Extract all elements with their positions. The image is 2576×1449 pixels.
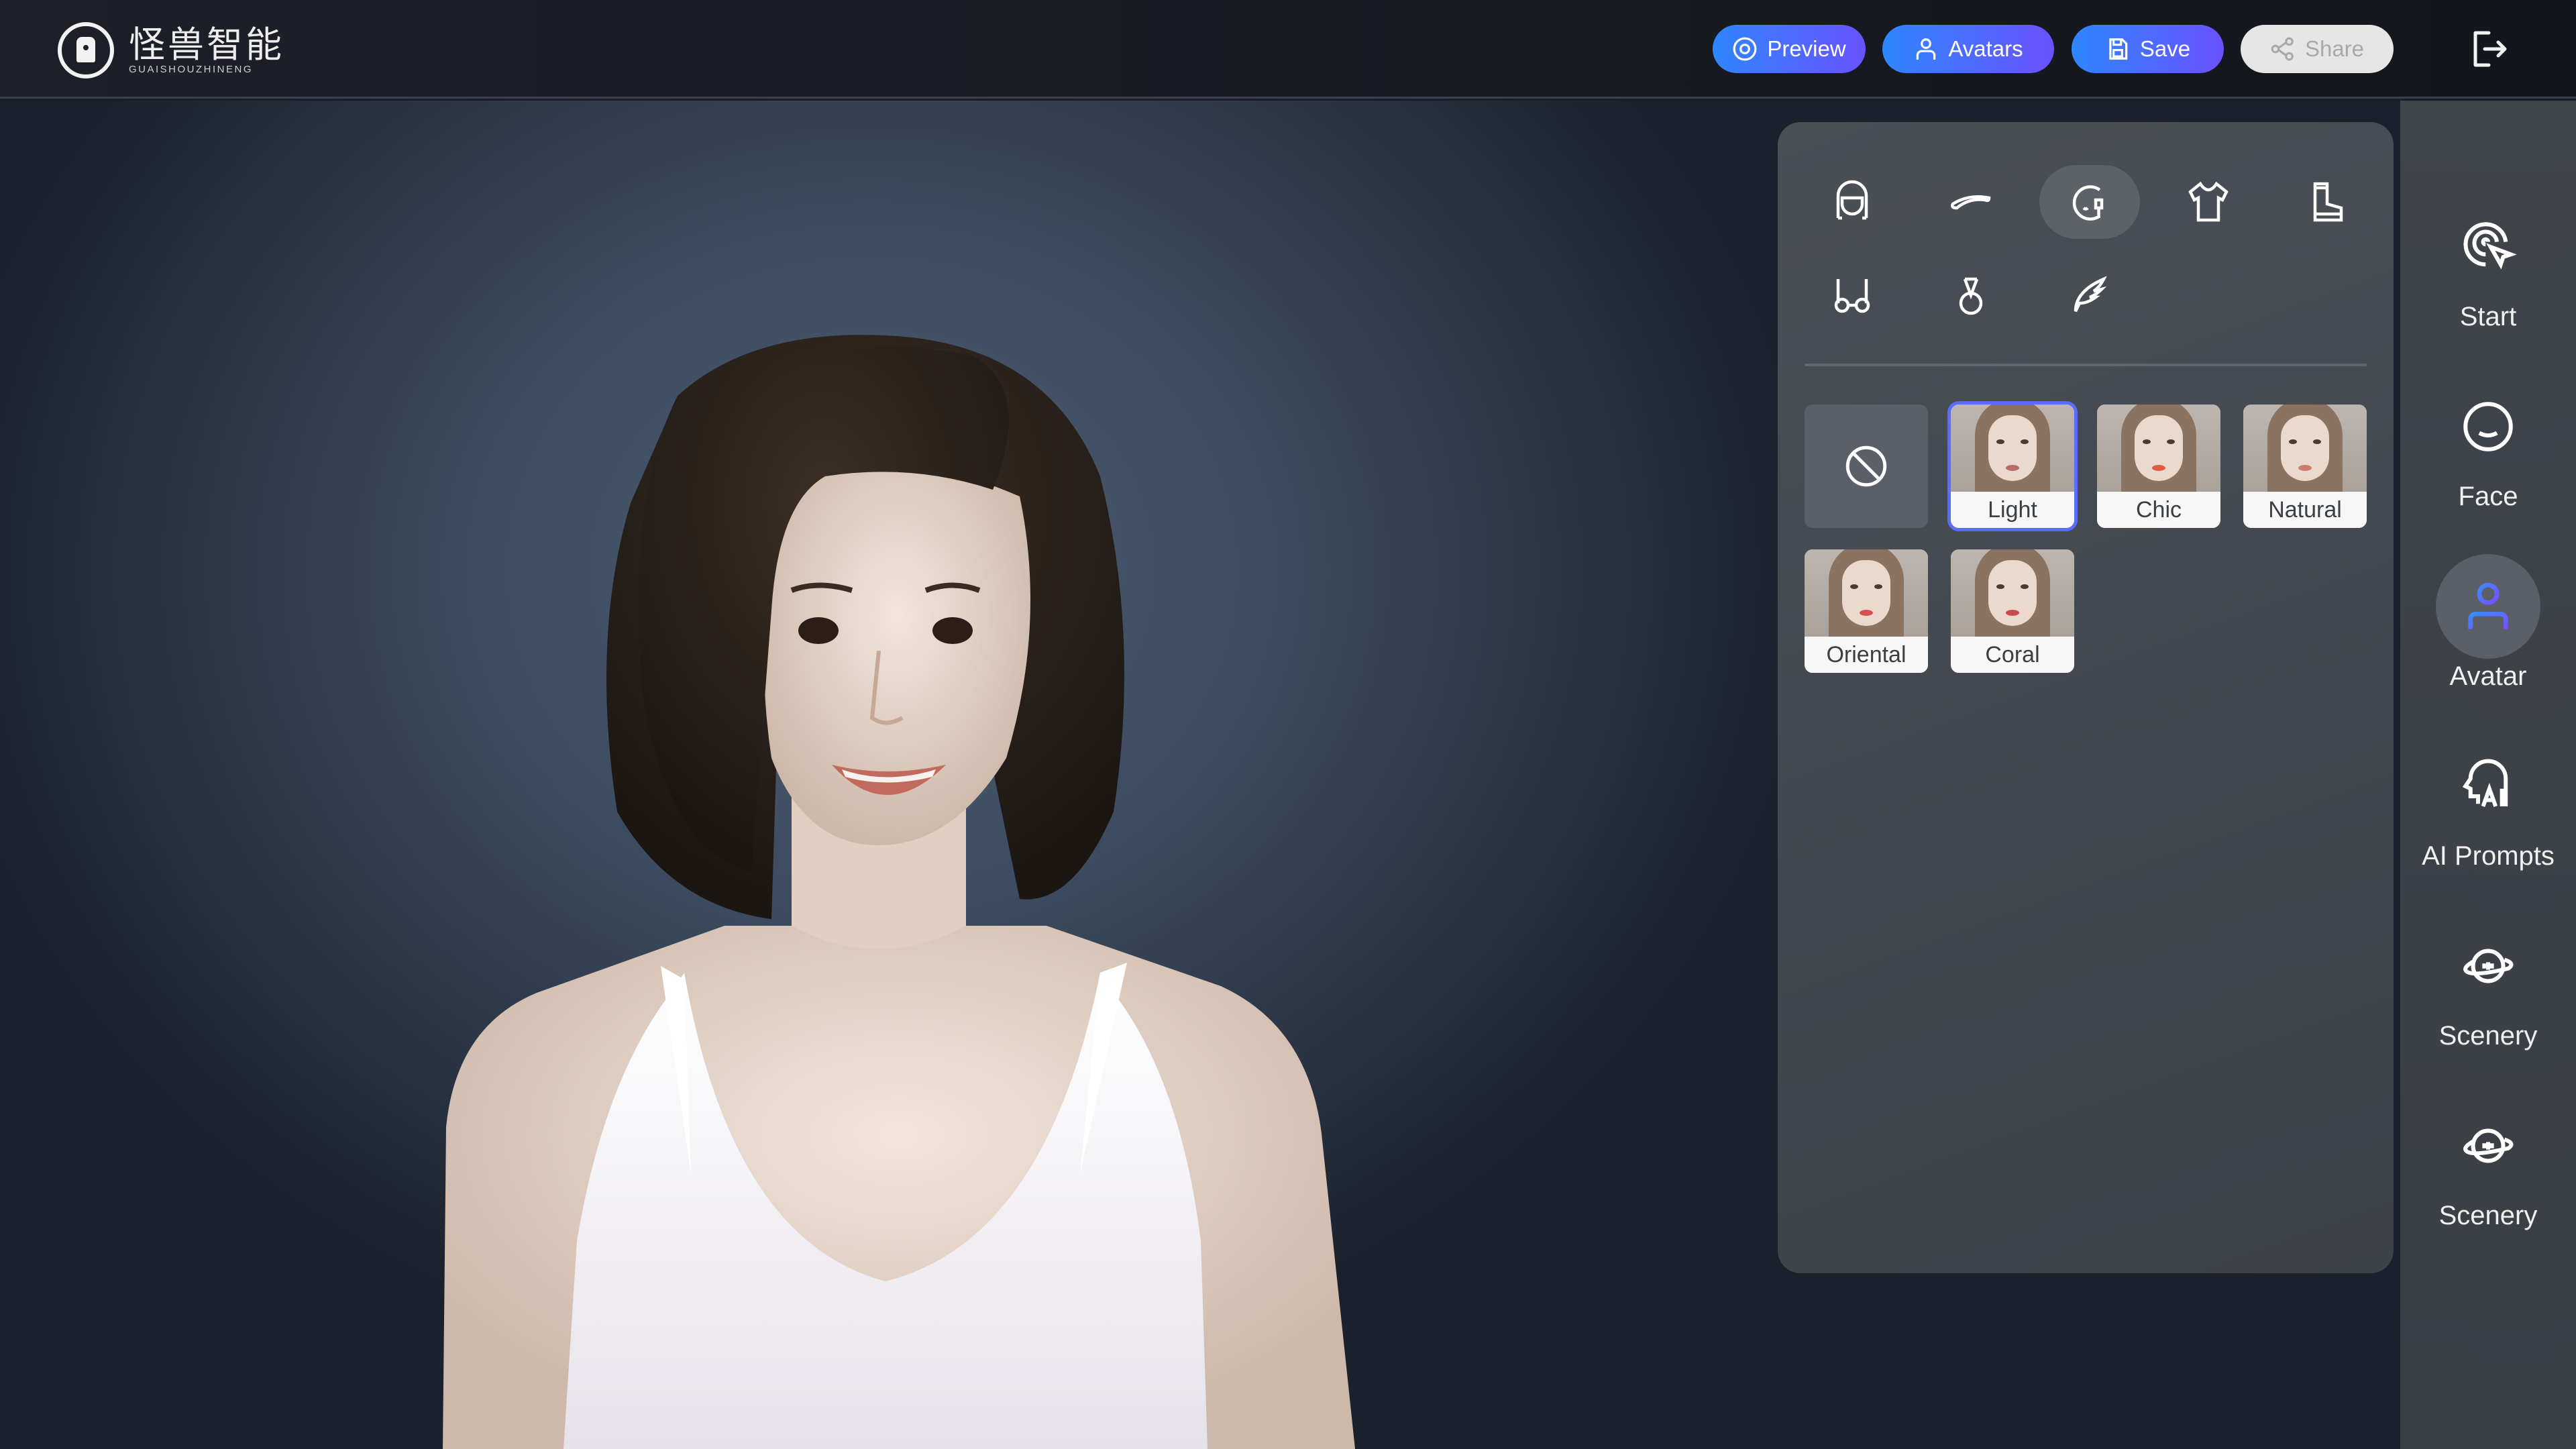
- avatar-3d-model[interactable]: [0, 101, 1771, 1449]
- sidebar-item-ai-prompts[interactable]: AI Prompts: [2400, 734, 2576, 881]
- category-necklace[interactable]: [1921, 258, 2021, 332]
- sidebar-item-face[interactable]: Face: [2400, 374, 2576, 522]
- customization-panel: Light Chic Natural Oriental Coral: [1778, 122, 2394, 1273]
- monster-logo-icon: [58, 22, 114, 78]
- user-icon: [2468, 582, 2508, 629]
- planet-icon: [2463, 1128, 2514, 1163]
- touch-icon: [2463, 222, 2517, 270]
- makeup-icon: [2072, 185, 2104, 221]
- share-label: Share: [2304, 36, 2365, 61]
- category-top[interactable]: [2158, 165, 2259, 239]
- tshirt-icon: [2188, 181, 2229, 222]
- user-icon: [1917, 38, 1936, 60]
- category-shoes[interactable]: [2277, 165, 2377, 239]
- makeup-thumbnail: [1805, 549, 1928, 637]
- sidebar-label: Scenery: [2438, 1021, 2538, 1051]
- avatars-label: Avatars: [1948, 36, 2023, 61]
- category-hair[interactable]: [1802, 165, 1902, 239]
- sidebar-item-start[interactable]: Start: [2400, 195, 2576, 342]
- ai-head-icon: [2462, 759, 2508, 808]
- exit-icon[interactable]: [2470, 30, 2510, 68]
- option-label: Chic: [2097, 492, 2220, 528]
- share-button[interactable]: Share: [2241, 25, 2394, 73]
- makeup-option-natural[interactable]: Natural: [2243, 405, 2367, 528]
- makeup-option-coral[interactable]: Coral: [1951, 549, 2074, 673]
- option-label: Oriental: [1805, 637, 1928, 673]
- eye-icon: [1733, 37, 1757, 61]
- logo-english-text: GUAISHOUZHINENG: [129, 63, 254, 75]
- sidebar-label: Face: [2458, 482, 2518, 511]
- share-icon: [2271, 37, 2294, 61]
- category-glasses[interactable]: [1802, 258, 1902, 332]
- panel-divider: [1805, 364, 2367, 366]
- glasses-icon: [1834, 279, 1870, 313]
- save-label: Save: [2139, 36, 2191, 61]
- planet-icon: [2463, 949, 2514, 983]
- necklace-icon: [1959, 277, 1983, 315]
- makeup-option-light[interactable]: Light: [1951, 405, 2074, 528]
- category-wings[interactable]: [2039, 258, 2140, 332]
- preview-button[interactable]: Preview: [1713, 25, 1866, 73]
- right-sidebar: Start Face Avatar AI Prompts Scenery Sce: [2400, 101, 2576, 1449]
- logo: 怪兽智能 GUAISHOUZHINENG: [58, 21, 284, 79]
- sidebar-item-scenery-2[interactable]: Scenery: [2400, 1093, 2576, 1241]
- makeup-option-chic[interactable]: Chic: [2097, 405, 2220, 528]
- option-label: Coral: [1951, 637, 2074, 673]
- floppy-icon: [2109, 38, 2128, 60]
- option-label: Light: [1951, 492, 2074, 528]
- category-makeup[interactable]: [2039, 165, 2140, 239]
- makeup-thumbnail: [1951, 549, 2074, 637]
- option-label: Natural: [2243, 492, 2367, 528]
- preview-label: Preview: [1767, 36, 1846, 61]
- wing-icon: [2074, 276, 2107, 313]
- boot-icon: [2313, 182, 2343, 222]
- avatars-button[interactable]: Avatars: [1882, 25, 2054, 73]
- sidebar-label: AI Prompts: [2422, 841, 2555, 871]
- makeup-option-none[interactable]: [1805, 405, 1928, 528]
- face-icon: [2463, 402, 2513, 451]
- sidebar-item-scenery[interactable]: Scenery: [2400, 914, 2576, 1061]
- makeup-thumbnail: [1951, 405, 2074, 492]
- logo-chinese-text: 怪兽智能: [129, 23, 284, 66]
- category-eyebrows[interactable]: [1921, 165, 2021, 239]
- none-icon: [1845, 445, 1887, 487]
- sidebar-label: Avatar: [2449, 661, 2527, 691]
- makeup-option-oriental[interactable]: Oriental: [1805, 549, 1928, 673]
- makeup-thumbnail: [2243, 405, 2367, 492]
- eyebrow-icon: [1951, 195, 1991, 210]
- top-bar: 怪兽智能 GUAISHOUZHINENG Preview Avatars Sav…: [0, 0, 2576, 99]
- sidebar-label: Start: [2459, 302, 2517, 331]
- hair-icon: [1836, 180, 1868, 220]
- sidebar-item-avatar[interactable]: Avatar: [2400, 554, 2576, 702]
- save-button[interactable]: Save: [2072, 25, 2224, 73]
- makeup-thumbnail: [2097, 405, 2220, 492]
- sidebar-label: Scenery: [2438, 1201, 2538, 1230]
